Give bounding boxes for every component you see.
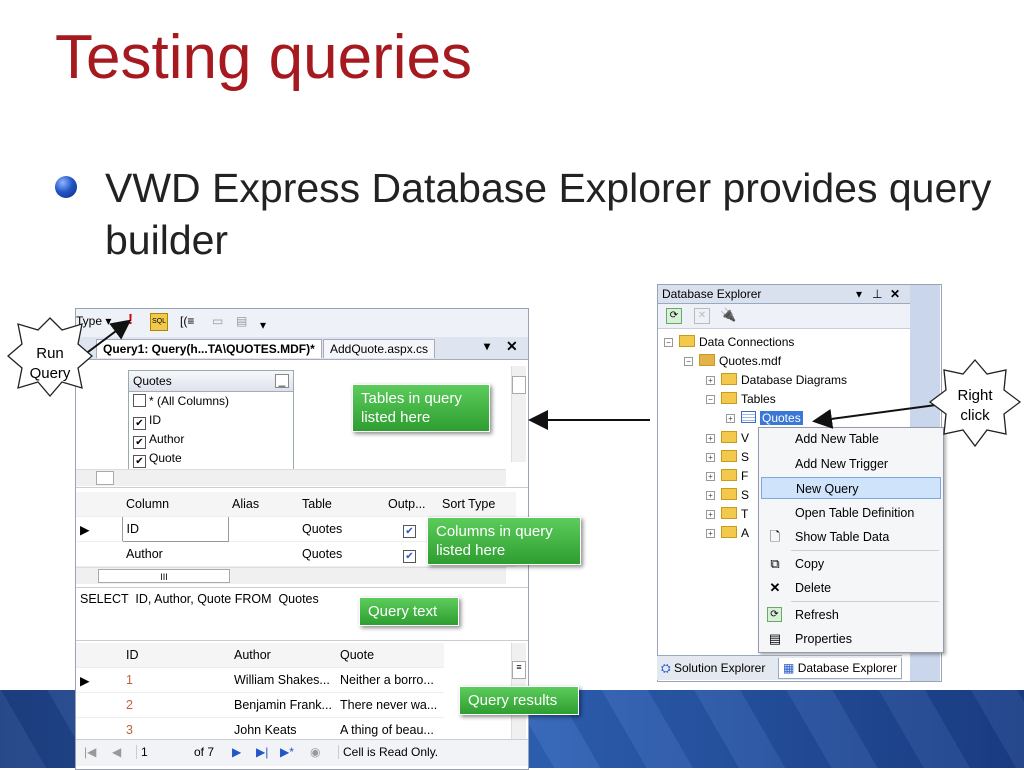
annotation-arrows bbox=[7, 317, 1022, 448]
run-query-label: Run Query bbox=[29, 345, 71, 382]
arrow-right-click bbox=[812, 404, 937, 429]
arrow-run-query bbox=[87, 319, 132, 353]
right-click-label: Right click bbox=[957, 387, 993, 424]
